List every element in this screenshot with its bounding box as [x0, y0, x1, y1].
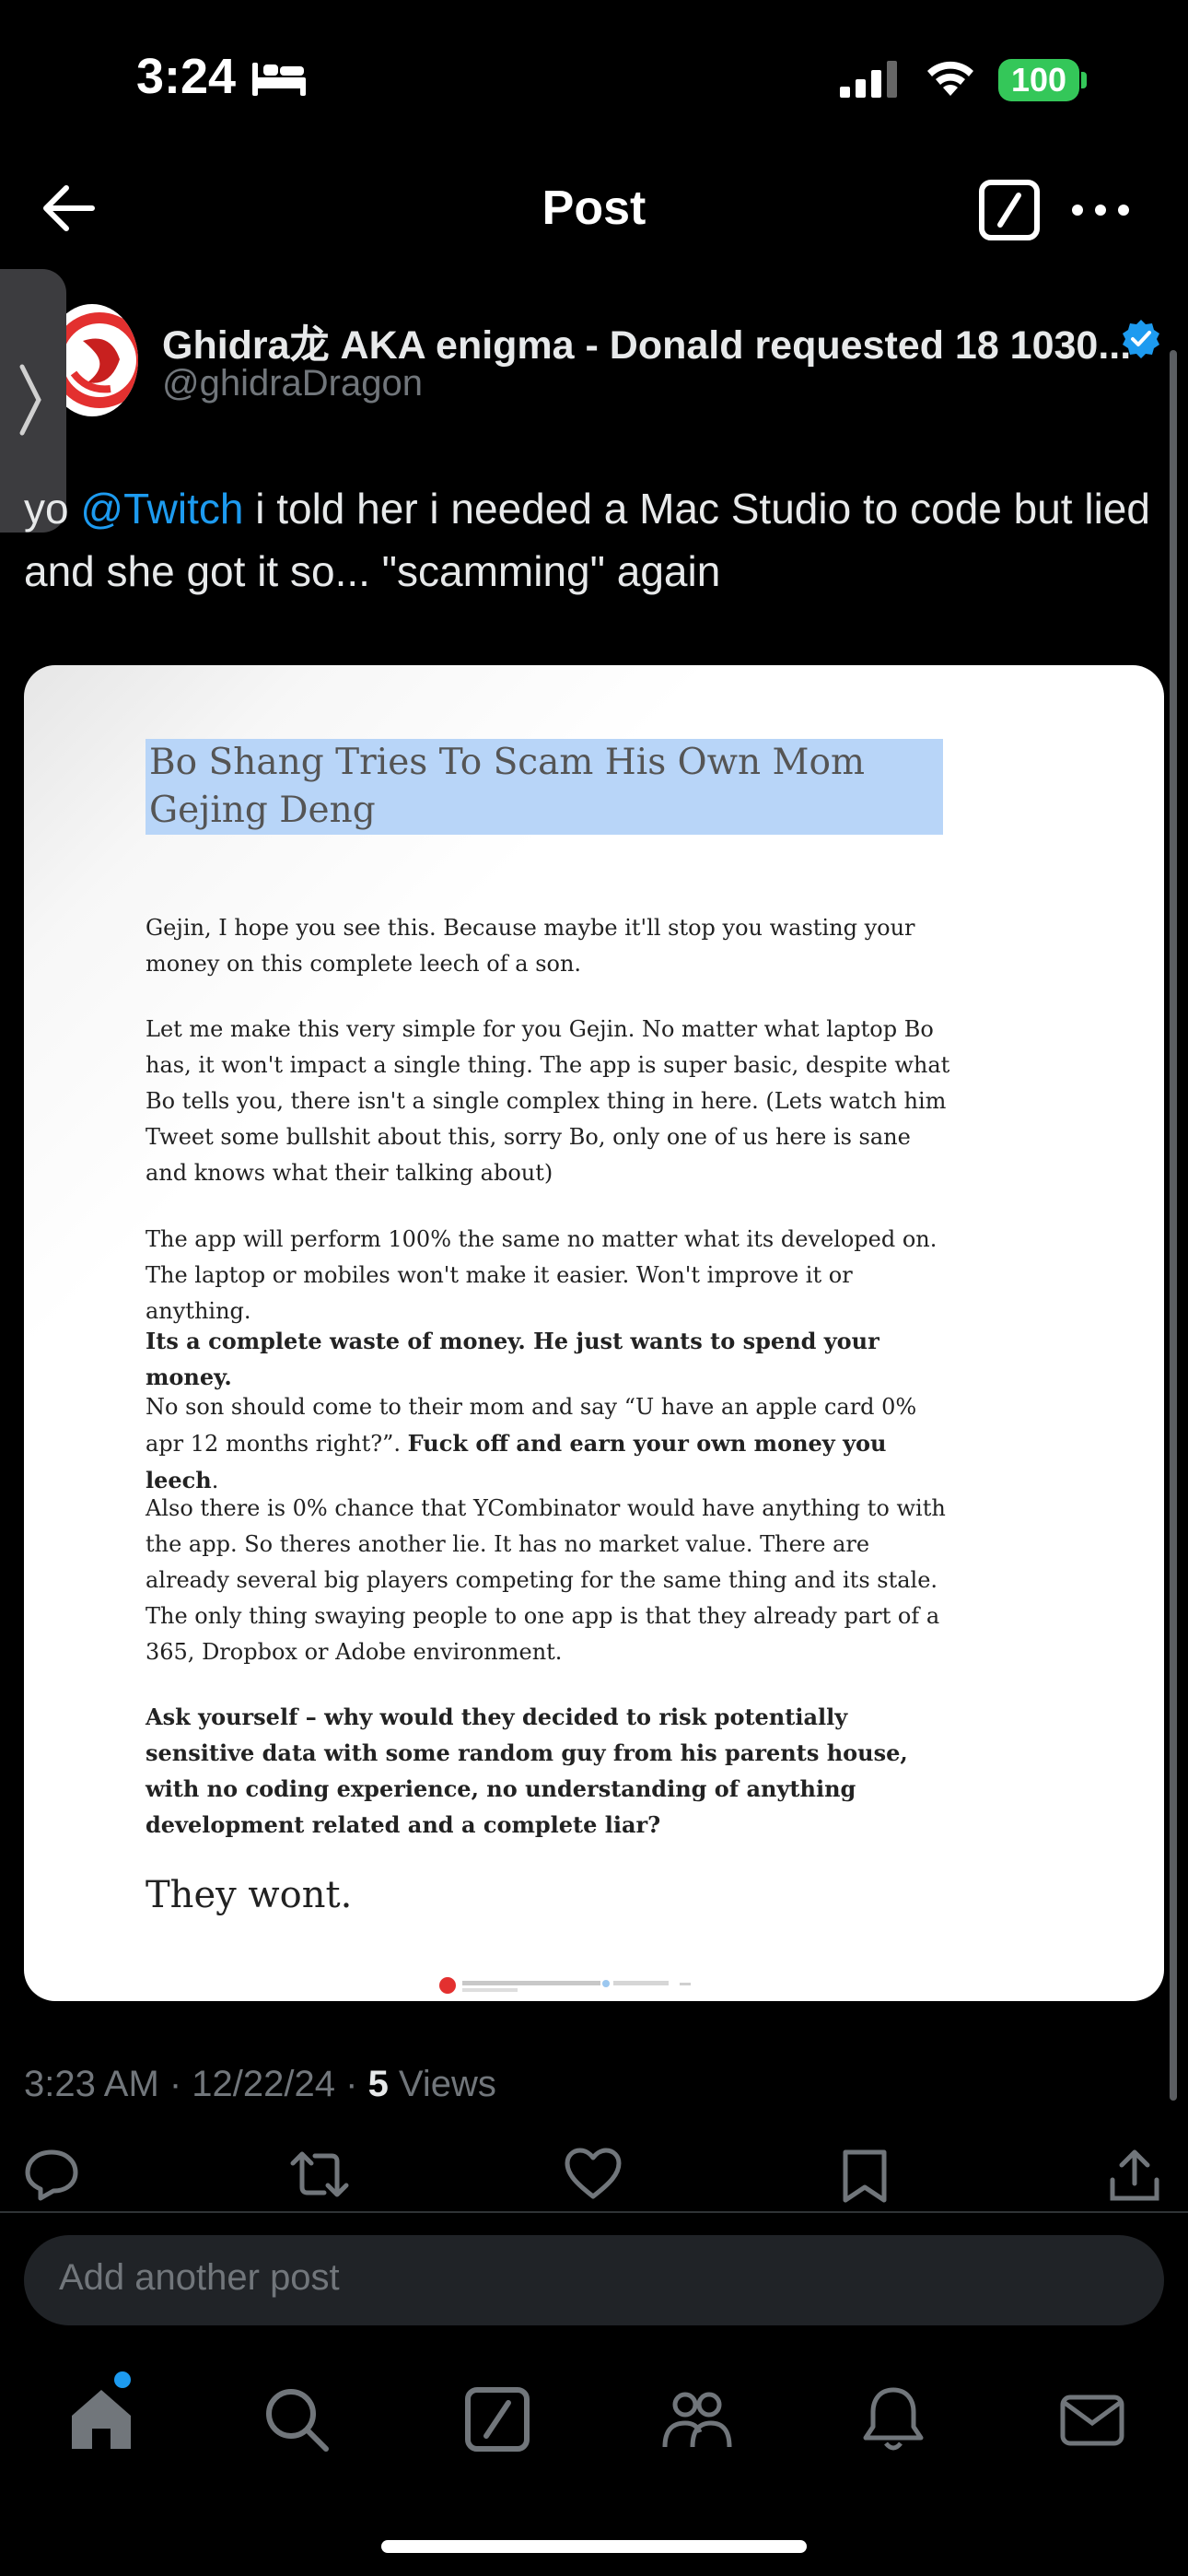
home-icon: [72, 2390, 131, 2449]
grok-icon: [465, 2387, 530, 2452]
document-paragraph: The app will perform 100% the same no ma…: [146, 1226, 938, 1324]
scrollbar[interactable]: [1170, 350, 1177, 2101]
home-indicator[interactable]: [381, 2540, 807, 2553]
nav-messages[interactable]: [1055, 2383, 1129, 2456]
grok-icon: [979, 180, 1040, 240]
document-paragraph: Its a complete waste of money. He just w…: [146, 1328, 879, 1390]
bookmark-button[interactable]: [840, 2147, 904, 2211]
author-handle[interactable]: @ghidraDragon: [162, 363, 423, 404]
cellular-signal-icon: [840, 61, 899, 98]
repost-button[interactable]: [289, 2147, 354, 2211]
share-icon: [1110, 2149, 1159, 2201]
nav-search[interactable]: [260, 2383, 333, 2456]
battery-indicator: 100: [998, 59, 1079, 101]
messages-icon: [1060, 2395, 1124, 2446]
post-text: yo @Twitch i told her i needed a Mac Stu…: [24, 477, 1166, 603]
document-paragraph: Ask yourself – why would they decided to…: [146, 1704, 908, 1838]
document-footer-watermark: [429, 1973, 705, 1997]
view-count: 5: [367, 2064, 389, 2104]
reply-placeholder: Add another post: [59, 2257, 340, 2298]
bookmark-icon: [843, 2149, 887, 2203]
nav-communities[interactable]: [659, 2383, 733, 2456]
document-closing: They wont.: [146, 1874, 353, 1916]
nav-home[interactable]: [64, 2383, 138, 2456]
post-timestamp: 3:23 AM · 12/22/24 ·: [24, 2064, 368, 2104]
document-paragraph: Let me make this very simple for you Gej…: [146, 1016, 950, 1186]
reply-button[interactable]: [24, 2147, 88, 2211]
status-time: 3:24: [136, 49, 237, 104]
mention-link[interactable]: @Twitch: [80, 485, 243, 533]
document-paragraph: No son should come to their mom and say …: [146, 1389, 956, 1499]
notifications-icon: [863, 2387, 924, 2451]
wifi-icon: [925, 57, 976, 98]
like-icon: [565, 2148, 622, 2199]
like-button[interactable]: [564, 2147, 628, 2211]
divider: [0, 2211, 1188, 2213]
communities-icon: [662, 2392, 732, 2448]
grok-button[interactable]: [978, 179, 1041, 241]
nav-notifications[interactable]: [856, 2383, 930, 2456]
nav-grok[interactable]: [460, 2383, 534, 2456]
reply-icon: [25, 2149, 78, 2201]
verified-badge-icon: [1120, 318, 1162, 360]
document-paragraph: Also there is 0% chance that YCombinator…: [146, 1495, 946, 1665]
more-button[interactable]: [1068, 192, 1133, 228]
search-icon: [266, 2389, 329, 2452]
chevron-right-icon: [17, 363, 44, 437]
battery-cap: [1081, 72, 1087, 88]
document-title: Bo Shang Tries To Scam His Own Mom Gejin…: [146, 739, 943, 835]
bed-icon: [250, 57, 308, 98]
more-icon: [1072, 205, 1129, 216]
views-label: Views: [388, 2064, 496, 2104]
author-name[interactable]: Ghidra龙 AKA enigma - Donald requested 18…: [162, 313, 1131, 370]
post-meta: 3:23 AM · 12/22/24 · 5 Views: [24, 2064, 496, 2105]
home-notification-dot: [114, 2371, 131, 2388]
repost-icon: [290, 2151, 349, 2197]
document-paragraph: Gejin, I hope you see this. Because mayb…: [146, 915, 915, 977]
share-button[interactable]: [1107, 2147, 1171, 2211]
document-text: .: [211, 1468, 219, 1493]
post-text-prefix: yo: [24, 485, 81, 533]
post-image[interactable]: Bo Shang Tries To Scam His Own Mom Gejin…: [24, 665, 1164, 2001]
